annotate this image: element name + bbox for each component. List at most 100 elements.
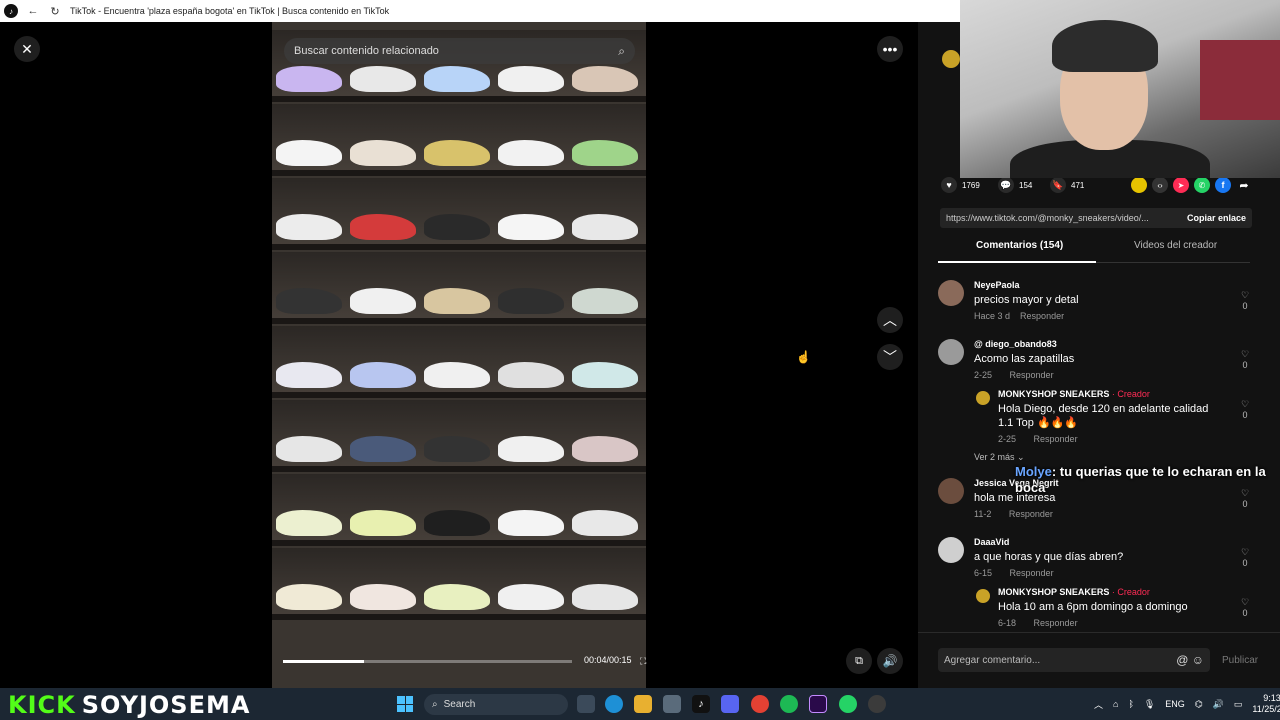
volume-tray-icon[interactable]: 🔊 [1213,699,1224,710]
whatsapp-app-icon[interactable] [839,695,857,713]
edge-icon[interactable] [605,695,623,713]
save-action[interactable]: 🔖 471 [1050,177,1084,193]
avatar[interactable] [976,589,990,603]
embed-icon[interactable]: ‹› [1152,177,1168,193]
chevron-up-icon[interactable]: ︿ [1094,698,1103,711]
shelf-board [272,318,646,324]
mention-icon[interactable]: @ ☺ [1176,653,1204,667]
add-comment-placeholder: Agregar comentario... [944,654,1041,666]
comment-like[interactable]: ♡ 0 [1238,547,1252,568]
comment-like[interactable]: ♡ 0 [1238,349,1252,370]
reply-author-name[interactable]: MONKYSHOP SNEAKERS [998,389,1109,399]
comment-date: Hace 3 d [974,311,1011,321]
discord-icon[interactable] [721,695,739,713]
heart-outline-icon[interactable]: ♡ [1238,399,1252,410]
bluetooth-icon[interactable]: ᛒ [1128,699,1133,709]
fullscreen-icon[interactable]: ⛶ [640,656,646,667]
like-count: 0 [1242,608,1248,618]
coin-icon[interactable] [1131,177,1147,193]
like-count: 0 [1242,558,1248,568]
reply-button[interactable]: Responder [1009,509,1053,519]
avatar[interactable] [976,391,990,405]
comment-author[interactable]: DaaaVid [974,537,1009,547]
comment-item: NeyePaola precios mayor y detal Hace 3 d… [938,280,1260,330]
whatsapp-icon[interactable]: ✆ [1194,177,1210,193]
publish-button[interactable]: Publicar [1222,655,1258,666]
channel-name: SOYJOSEMA [81,691,251,719]
heart-outline-icon[interactable]: ♡ [1238,349,1252,360]
spotify-icon[interactable] [780,695,798,713]
avatar[interactable] [938,537,964,563]
reply-button[interactable]: Responder [1010,568,1054,578]
taskbar-search[interactable]: ⌕ Search [424,694,568,715]
comment-author[interactable]: NeyePaola [974,280,1020,290]
next-video-button[interactable]: ﹀ [877,344,903,370]
close-icon[interactable]: ✕ [14,36,40,62]
picture-in-picture-icon[interactable]: ⧉ [846,648,872,674]
reply-button[interactable]: Responder [1020,311,1064,321]
language-indicator[interactable]: ENG [1165,699,1185,709]
related-search-input[interactable]: Buscar contenido relacionado ⌕ [284,38,635,64]
previous-video-button[interactable]: ︿ [877,307,903,333]
volume-icon[interactable]: 🔊 [877,648,903,674]
copy-link-button[interactable]: Copiar enlace [1187,213,1246,223]
task-view-icon[interactable] [577,695,595,713]
reply-text: Hola Diego, desde 120 en adelante calida… [998,403,1209,429]
microphone-icon[interactable]: 🎙 [1144,699,1155,710]
comment-author[interactable]: @ diego_obando83 [974,339,1057,349]
reply-like[interactable]: ♡ 0 [1238,597,1252,618]
comment-like[interactable]: ♡ 0 [1238,290,1252,311]
share-arrow-icon[interactable]: ➦ [1236,177,1252,193]
windows-start-icon[interactable] [397,696,413,712]
page-title: TikTok - Encuentra 'plaza españa bogota'… [70,6,390,16]
back-arrow-icon[interactable]: ← [26,4,40,18]
premiere-icon[interactable] [809,695,827,713]
video-progress-bar[interactable] [283,660,572,663]
store-icon[interactable] [663,695,681,713]
reload-icon[interactable]: ↻ [48,4,62,18]
reply-button[interactable]: Responder [1010,370,1054,380]
like-action[interactable]: ♥ 1769 [941,177,980,193]
search-icon[interactable]: ⌕ [618,44,625,59]
tiktok-app-icon[interactable]: ♪ [692,695,710,713]
creator-avatar[interactable] [942,50,960,68]
reply-button[interactable]: Responder [1034,434,1078,444]
heart-outline-icon[interactable]: ♡ [1238,290,1252,301]
tab-creator-videos[interactable]: Videos del creador [1134,240,1217,251]
video-player[interactable] [272,22,646,688]
creator-reply: MONKYSHOP SNEAKERS · Creador Hola 10 am … [976,587,1260,631]
send-icon[interactable]: ➤ [1173,177,1189,193]
battery-icon[interactable]: ▭ [1234,699,1243,710]
heart-outline-icon[interactable]: ♡ [1238,547,1252,558]
add-comment-input[interactable]: Agregar comentario... @ ☺ [938,648,1210,672]
avatar[interactable] [938,339,964,365]
like-count: 0 [1242,360,1248,370]
comment-item: @ diego_obando83 Acomo las zapatillas 2-… [938,339,1260,389]
comment-action[interactable]: 💬 154 [998,177,1032,193]
wifi-icon[interactable]: ⌬ [1195,699,1203,710]
share-url[interactable]: https://www.tiktok.com/@monky_sneakers/v… [946,213,1149,223]
reply-author: MONKYSHOP SNEAKERS · Creador [998,587,1150,597]
related-search-placeholder: Buscar contenido relacionado [294,45,439,57]
shelf-board [272,392,646,398]
shelf-board [272,244,646,250]
like-count: 0 [1242,410,1248,420]
heart-icon: ♥ [941,177,957,193]
comment-date: 2-25 [974,370,993,380]
file-explorer-icon[interactable] [634,695,652,713]
heart-outline-icon[interactable]: ♡ [1238,597,1252,608]
avatar[interactable] [938,280,964,306]
clock[interactable]: 9:13 PM 11/25/2025 [1252,693,1280,715]
creator-badge: · Creador [1111,587,1150,597]
reply-author-name[interactable]: MONKYSHOP SNEAKERS [998,587,1109,597]
reply-like[interactable]: ♡ 0 [1238,399,1252,420]
reply-button[interactable]: Responder [1034,618,1078,628]
facebook-icon[interactable]: f [1215,177,1231,193]
avatar[interactable] [938,478,964,504]
network-icon[interactable]: ⌂ [1113,699,1118,709]
tab-comments[interactable]: Comentarios (154) [976,240,1063,251]
more-options-icon[interactable]: ••• [877,36,903,62]
view-more-replies[interactable]: Ver 2 más ⌄ [974,452,1025,463]
chrome-icon[interactable] [751,695,769,713]
obs-icon[interactable] [868,695,886,713]
